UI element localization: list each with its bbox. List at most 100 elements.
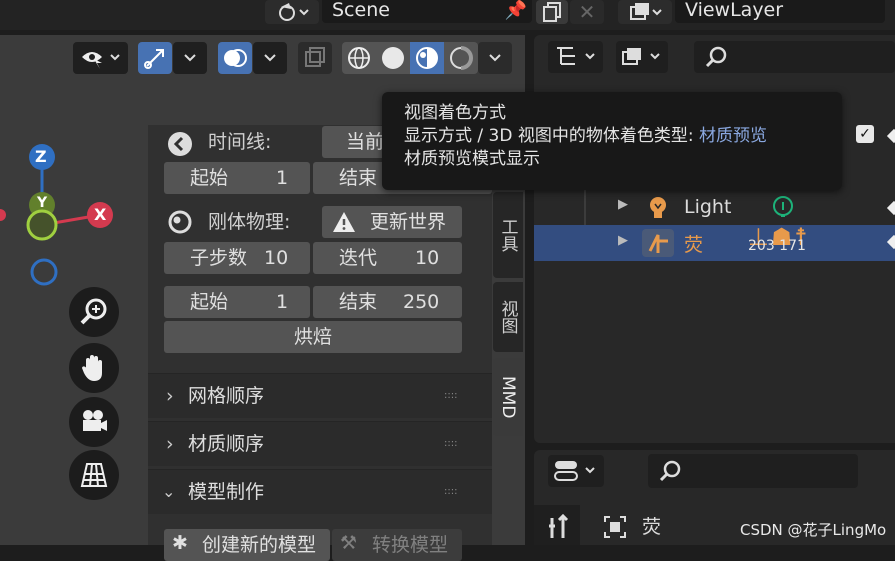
display-mode-dropdown[interactable] [548, 41, 603, 73]
drag-handle-icon[interactable]: :::: [444, 374, 457, 418]
new-scene-button[interactable] [536, 0, 568, 24]
properties-editor-type-dropdown[interactable] [548, 455, 604, 487]
create-model-icon: ✱ [172, 532, 188, 554]
outliner-tree-icon [556, 47, 595, 65]
bake-button[interactable]: 烘焙 [164, 321, 462, 353]
outliner-search-input[interactable] [694, 41, 895, 73]
rigid-start-field[interactable]: 起始 1 [164, 286, 310, 318]
tab-tool-label: 工具 [497, 218, 518, 252]
solid-sphere-icon [382, 47, 404, 69]
rigid-end-value: 250 [403, 291, 440, 313]
tooltip-desc-value: 材质预览 [698, 126, 767, 146]
ortho-toggle-button[interactable] [69, 450, 119, 500]
section-model-making[interactable]: ⌄ 模型制作 :::: [148, 469, 492, 514]
grid-perspective-icon [80, 463, 108, 487]
material-preview-shading-button[interactable] [410, 42, 444, 74]
section-mesh-order[interactable]: › 网格顺序 :::: [148, 373, 492, 418]
solid-shading-button[interactable] [376, 42, 410, 74]
drag-handle-icon[interactable]: :::: [444, 470, 457, 514]
wrench-screwdriver-icon[interactable] [546, 514, 570, 542]
overlay-dropdown[interactable] [253, 42, 287, 74]
shading-tooltip: 视图着色方式 显示方式 / 3D 视图中的物体着色类型: 材质预览 材质预览模式… [382, 92, 842, 190]
scene-icon [279, 3, 309, 21]
rendered-shading-button[interactable] [444, 42, 478, 74]
create-model-button[interactable]: ✱ 创建新的模型 [164, 529, 330, 561]
iterations-field[interactable]: 迭代 10 [313, 242, 462, 274]
gizmo-x-label: X [94, 205, 107, 224]
properties-search-input[interactable] [648, 454, 858, 488]
tooltip-line3: 材质预览模式显示 [404, 149, 540, 169]
drag-handle-icon[interactable]: :::: [444, 422, 457, 466]
copy-icon [543, 2, 561, 22]
rigid-start-value: 1 [276, 291, 289, 313]
outliner-light-name: Light [684, 196, 732, 218]
rigid-end-label: 结束 [339, 291, 378, 313]
delete-scene-button[interactable]: ✕ [570, 0, 604, 24]
view-layer-name-field[interactable]: ViewLayer [675, 0, 885, 23]
view-layer-icon [630, 3, 662, 20]
overlay-toggle-button[interactable] [218, 42, 252, 74]
timeline-start-field[interactable]: 起始 1 [164, 162, 310, 194]
pin-icon[interactable]: 📌 [502, 0, 530, 24]
tab-tool[interactable]: 工具 [493, 192, 523, 278]
light-data-icon [773, 196, 793, 217]
xray-toggle-button[interactable] [298, 42, 332, 74]
tab-view[interactable]: 视图 [493, 282, 523, 352]
wireframe-sphere-icon [348, 47, 370, 69]
tooltip-title: 视图着色方式 [404, 103, 506, 123]
expand-arrow-icon[interactable]: ▶ [618, 233, 628, 248]
gizmo-y-label: Y [37, 195, 48, 211]
tab-mmd[interactable]: MMD [493, 358, 523, 436]
expand-arrow-icon[interactable]: ▶ [618, 197, 628, 212]
rigid-body-label: 刚体物理: [208, 211, 291, 233]
hand-icon [82, 355, 102, 381]
zoom-button[interactable] [69, 287, 119, 337]
rigid-body-icon [168, 210, 192, 234]
gizmo-toggle-button[interactable] [138, 42, 172, 74]
chevron-down-icon: ⌄ [162, 482, 176, 501]
eye-pointer-icon [81, 52, 120, 69]
timeline-label: 时间线: [208, 131, 272, 153]
section-mesh-order-label: 网格顺序 [188, 385, 265, 407]
visibility-dropdown[interactable] [73, 42, 128, 74]
substeps-field[interactable]: 子步数 10 [164, 242, 310, 274]
pan-button[interactable] [69, 343, 119, 393]
convert-model-label: 转换模型 [372, 534, 449, 556]
section-material-order-label: 材质顺序 [188, 433, 265, 455]
create-model-label: 创建新的模型 [202, 534, 317, 556]
view-layer-selector-button[interactable] [618, 0, 672, 24]
tooltip-description: 显示方式 / 3D 视图中的物体着色类型: 材质预览 [404, 125, 842, 148]
timeline-start-label: 起始 [190, 167, 229, 189]
navigation-gizmo[interactable] [0, 135, 130, 295]
convert-model-button[interactable]: ⚒ 转换模型 [332, 529, 462, 561]
gizmo-dropdown[interactable] [173, 42, 207, 74]
zoom-magnifier-icon [80, 298, 107, 325]
armature-extra-count: 203 171 [748, 238, 806, 254]
substeps-label: 子步数 [190, 247, 248, 269]
timeline-end-label: 结束 [339, 167, 378, 189]
tab-mmd-label: MMD [498, 375, 518, 419]
section-model-making-label: 模型制作 [188, 481, 265, 503]
rigid-end-field[interactable]: 结束 250 [313, 286, 462, 318]
update-world-button[interactable]: 更新世界 [322, 206, 462, 238]
top-header-bar: Scene 📌 ✕ ViewLayer [0, 0, 895, 30]
camera-view-button[interactable] [69, 397, 119, 447]
armature-icon [642, 229, 674, 257]
section-material-order[interactable]: › 材质顺序 :::: [148, 421, 492, 466]
overlay-circles-icon [224, 49, 247, 67]
substeps-value: 10 [264, 247, 289, 269]
light-bulb-icon [650, 197, 666, 218]
material-sphere-icon [416, 47, 438, 69]
wireframe-shading-button[interactable] [342, 42, 376, 74]
collection-checkbox[interactable]: ✓ [856, 125, 874, 143]
scene-selector-button[interactable] [265, 0, 319, 24]
rigid-start-label: 起始 [190, 291, 229, 313]
warning-icon [333, 212, 355, 232]
outliner-row-armature[interactable]: ▶ 荧 ⊥☗☨ 203 171 [534, 223, 895, 261]
filter-dropdown[interactable] [616, 41, 668, 73]
xray-icon [305, 47, 325, 67]
outliner-row-light[interactable]: ▶ Light [534, 191, 895, 225]
shading-dropdown[interactable] [478, 42, 512, 74]
scene-name-field[interactable]: Scene [322, 0, 532, 23]
chevron-down-icon [264, 54, 276, 62]
